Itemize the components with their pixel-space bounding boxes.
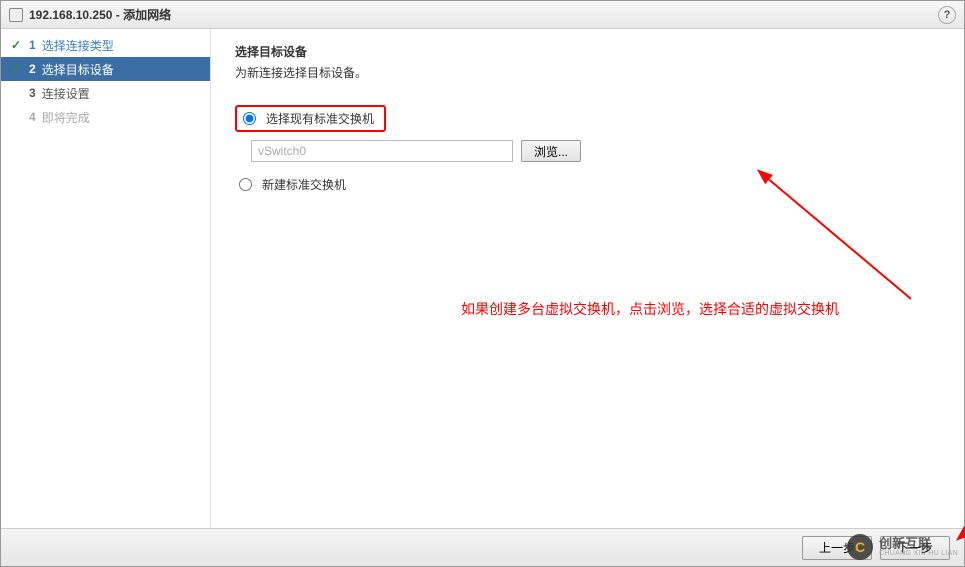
browse-button[interactable]: 浏览... <box>521 140 581 162</box>
help-icon[interactable]: ? <box>938 6 956 24</box>
radio-new-input[interactable] <box>239 178 252 191</box>
step-connection-settings[interactable]: 3 连接设置 <box>1 81 210 105</box>
radio-new-label: 新建标准交换机 <box>262 176 346 193</box>
prev-button[interactable]: 上一步 <box>802 536 872 560</box>
titlebar: 192.168.10.250 - 添加网络 ? <box>1 1 964 29</box>
step-label: 连接设置 <box>42 85 90 102</box>
wizard-footer: 上一步 下一步 <box>1 528 964 566</box>
step-label: 选择连接类型 <box>42 37 114 54</box>
radio-existing-label: 选择现有标准交换机 <box>266 110 374 127</box>
page-subheading: 为新连接选择目标设备。 <box>235 64 944 81</box>
annotation-text: 如果创建多台虚拟交换机，点击浏览，选择合适的虚拟交换机 <box>461 299 839 319</box>
wizard-sidebar: ✓ 1 选择连接类型 ✓ 2 选择目标设备 3 连接设置 4 即将完成 <box>1 29 211 528</box>
wizard-main: 选择目标设备 为新连接选择目标设备。 选择现有标准交换机 浏览... 新建标准交… <box>211 29 964 528</box>
existing-switch-row: 浏览... <box>251 140 944 162</box>
switch-name-input <box>251 140 513 162</box>
next-button[interactable]: 下一步 <box>880 536 950 560</box>
page-heading: 选择目标设备 <box>235 43 944 60</box>
radio-existing-input[interactable] <box>243 112 256 125</box>
step-ready-to-complete: 4 即将完成 <box>1 105 210 129</box>
dialog-title: 192.168.10.250 - 添加网络 <box>29 6 171 23</box>
check-icon: ✓ <box>11 62 25 76</box>
dialog-body: ✓ 1 选择连接类型 ✓ 2 选择目标设备 3 连接设置 4 即将完成 选择目标… <box>1 29 964 528</box>
step-target-device[interactable]: ✓ 2 选择目标设备 <box>1 57 210 81</box>
radio-existing-switch[interactable]: 选择现有标准交换机 <box>235 105 386 132</box>
step-label: 选择目标设备 <box>42 61 114 78</box>
step-label: 即将完成 <box>42 109 90 126</box>
check-icon: ✓ <box>11 38 25 52</box>
step-connection-type[interactable]: ✓ 1 选择连接类型 <box>1 33 210 57</box>
add-network-dialog: 192.168.10.250 - 添加网络 ? ✓ 1 选择连接类型 ✓ 2 选… <box>0 0 965 567</box>
host-icon <box>9 8 23 22</box>
radio-new-switch[interactable]: 新建标准交换机 <box>237 176 944 193</box>
